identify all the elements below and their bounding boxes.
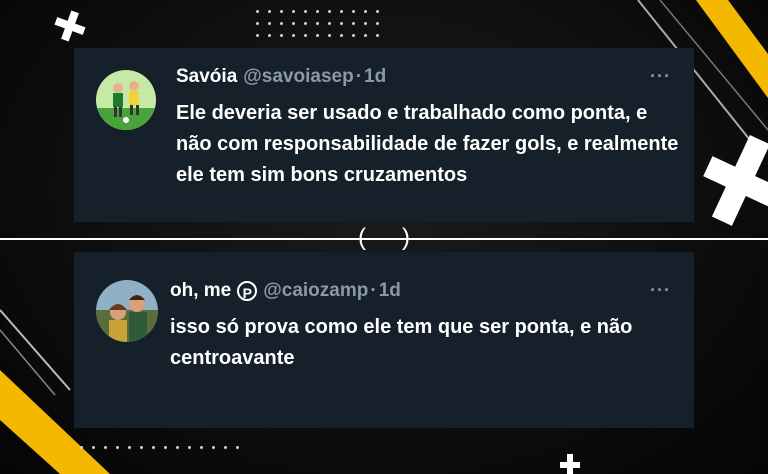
plus-icon — [703, 134, 768, 226]
pinterest-badge-icon: P — [237, 281, 258, 301]
more-options-icon[interactable]: ··· — [650, 66, 671, 87]
divider-left-paren: ( — [358, 224, 366, 251]
dot-grid-decoration — [80, 446, 239, 449]
timestamp[interactable]: 1d — [379, 280, 401, 302]
tweet-header: oh, me P @caiozamp · 1d — [170, 280, 401, 302]
divider-line — [0, 238, 768, 240]
avatar[interactable] — [96, 280, 158, 342]
dot-grid-decoration — [256, 10, 379, 37]
couple-photo-icon — [96, 280, 158, 342]
football-players-icon — [96, 70, 156, 130]
tweet-card[interactable]: oh, me P @caiozamp · 1d ··· isso só prova … — [74, 252, 694, 428]
tweet-text: isso só prova como ele tem que ser ponta… — [170, 316, 633, 369]
separator: · — [370, 280, 377, 301]
plus-icon — [54, 10, 86, 42]
plus-icon — [560, 454, 580, 474]
separator: · — [355, 66, 363, 87]
more-options-icon[interactable]: ··· — [650, 280, 671, 301]
display-name[interactable]: oh, me — [170, 280, 231, 302]
user-handle[interactable]: @savoiasep — [243, 66, 353, 88]
user-handle[interactable]: @caiozamp — [263, 280, 368, 302]
timestamp[interactable]: 1d — [364, 66, 386, 88]
display-name[interactable]: Savóia — [176, 66, 237, 88]
tweet-card[interactable]: Savóia @savoiasep · 1d ··· Ele deveria ser… — [74, 48, 694, 222]
tweet-text: Ele deveria ser usado e trabalhado como … — [176, 102, 679, 186]
tweet-header: Savóia @savoiasep · 1d — [176, 66, 386, 88]
divider-right-paren: ) — [402, 224, 410, 251]
avatar[interactable] — [96, 70, 156, 130]
